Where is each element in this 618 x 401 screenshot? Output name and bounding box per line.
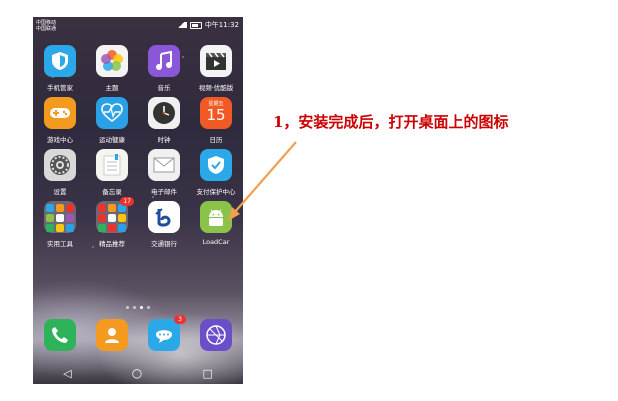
annotation-arrow [228, 141, 297, 221]
annotation-text: 1，安装完成后，打开桌面上的图标 [273, 113, 509, 131]
